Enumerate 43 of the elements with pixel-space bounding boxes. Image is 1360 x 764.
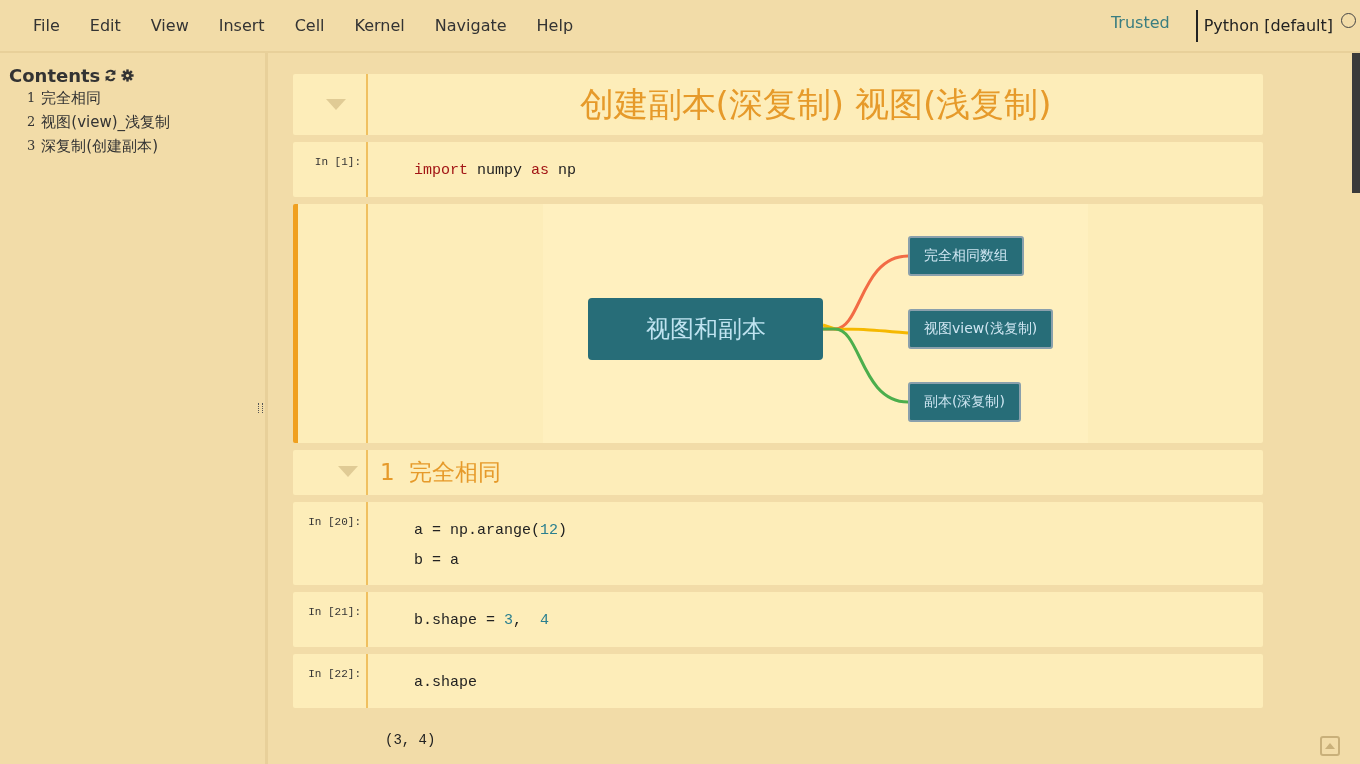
mindmap-node: 完全相同数组 <box>908 235 1024 276</box>
kernel-name[interactable]: Python [default] <box>1195 9 1341 42</box>
mindmap-node: 视图view(浅复制) <box>908 308 1054 349</box>
heading-text: 完全相同 <box>408 457 501 487</box>
menu-item[interactable]: Insert <box>203 16 280 35</box>
resize-handle[interactable] <box>258 403 263 413</box>
code-cell[interactable]: In [21]: b.shape = 3, 4 <box>293 592 1263 647</box>
scroll-up-icon[interactable] <box>1320 736 1340 756</box>
toc-item[interactable]: 2 视图(view)_浅复制 <box>9 110 256 134</box>
menu-item[interactable]: File <box>18 16 75 35</box>
code-line: a.shape <box>414 672 478 693</box>
menu-item[interactable]: Help <box>521 16 589 35</box>
mindmap-root-node: 视图和副本 <box>588 297 823 360</box>
code-line: import numpy as np <box>414 161 578 181</box>
trusted-indicator[interactable]: Trusted <box>1110 13 1170 32</box>
input-prompt: In [20]: <box>308 515 361 530</box>
collapse-caret-icon[interactable] <box>326 98 346 111</box>
toc-item[interactable]: 3 深复制(创建副本) <box>9 134 256 158</box>
heading-number: 1 <box>380 459 395 486</box>
input-prompt: In [22]: <box>308 667 361 682</box>
toc-title: Contents <box>9 65 101 86</box>
code-line: a = np.arange(12) <box>414 520 569 541</box>
menu-item[interactable]: View <box>135 16 204 35</box>
menu-item[interactable]: Edit <box>74 16 136 35</box>
toc-item[interactable]: 1 完全相同 <box>9 86 256 110</box>
refresh-icon[interactable] <box>104 69 118 82</box>
code-cell[interactable]: In [1]: import numpy as np <box>293 142 1263 197</box>
settings-icon[interactable] <box>121 69 135 82</box>
code-line: b = a <box>414 550 460 571</box>
menu-item[interactable]: Cell <box>279 16 340 35</box>
output-text: (3, 4) <box>385 731 436 748</box>
menu-item[interactable]: Kernel <box>339 16 420 35</box>
code-line: b.shape = 3, 4 <box>414 611 551 632</box>
input-prompt: In [21]: <box>308 606 361 621</box>
scrollbar-thumb[interactable] <box>1352 53 1360 193</box>
notebook-title: 创建副本(深复制) 视图(浅复制) <box>579 82 1052 126</box>
menu-item[interactable]: Navigate <box>419 16 522 35</box>
input-prompt: In [1]: <box>314 156 361 170</box>
collapse-caret-icon[interactable] <box>338 466 358 479</box>
markdown-cell[interactable]: 视图和副本 完全相同数组 视图view(浅复制) 副本(深复制) <box>293 203 1263 443</box>
code-cell[interactable]: In [22]: a.shape <box>293 653 1263 709</box>
code-cell[interactable]: In [20]: a = np.arange(12) b = a <box>293 501 1263 586</box>
mindmap-node: 副本(深复制) <box>908 381 1021 422</box>
